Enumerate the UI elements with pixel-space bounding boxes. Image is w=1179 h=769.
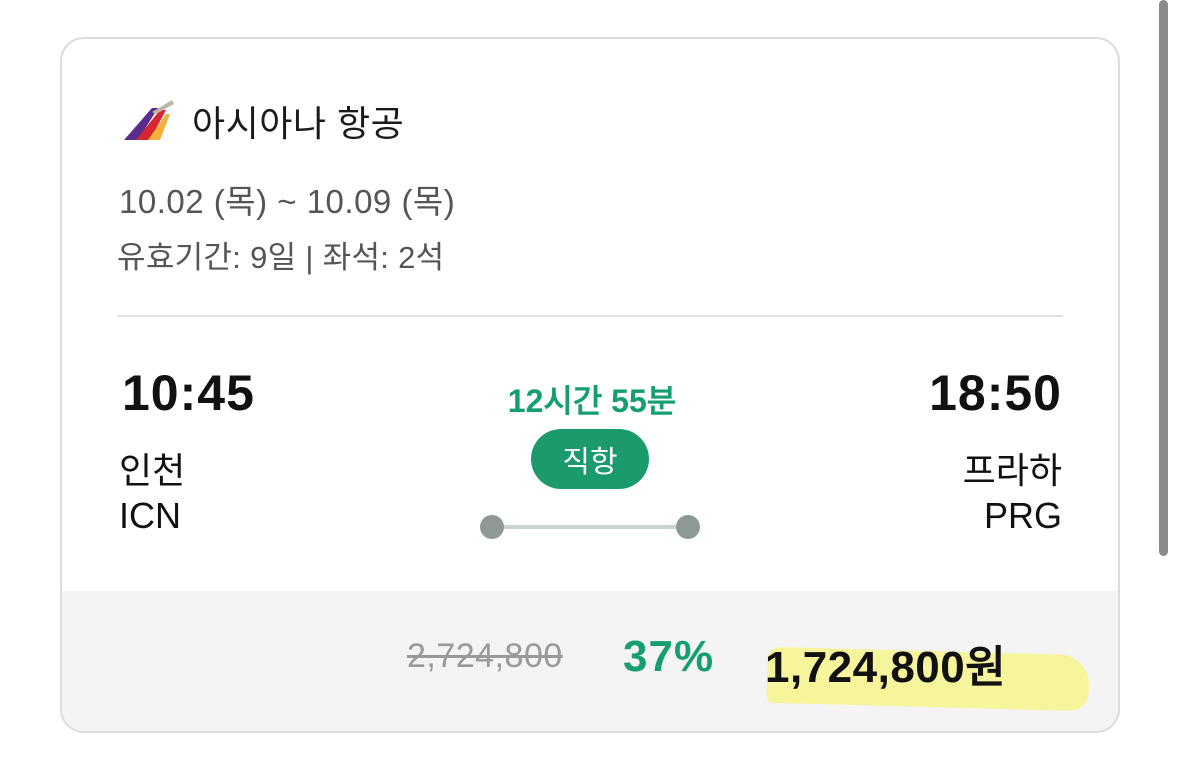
departure-city: 인천 xyxy=(119,450,186,491)
original-price: 2,724,800 xyxy=(407,637,563,675)
departure-code: ICN xyxy=(119,495,181,536)
trip-dates: 10.02 (목) ~ 10.09 (목) xyxy=(119,183,456,220)
airline-name: 아시아나 항공 xyxy=(192,103,405,144)
discount-rate: 37% xyxy=(623,632,715,681)
flight-card[interactable]: 아시아나 항공 10.02 (목) ~ 10.09 (목) 유효기간: 9일 |… xyxy=(60,37,1120,733)
trip-validity: 유효기간: 9일 | 좌석: 2석 xyxy=(117,240,445,275)
flight-duration: 12시간 55분 xyxy=(507,383,677,419)
departure-time: 10:45 xyxy=(122,365,255,421)
route-origin-dot xyxy=(480,515,504,539)
arrival-code: PRG xyxy=(983,495,1062,536)
arrival-city: 프라하 xyxy=(962,450,1062,491)
direct-flight-badge: 직항 xyxy=(531,429,649,489)
asiana-airlines-logo-icon xyxy=(124,100,174,140)
airline-header: 아시아나 항공 xyxy=(122,95,404,147)
arrival-time: 18:50 xyxy=(929,365,1062,421)
price-bar: 2,724,800 37% 1,724,800원 xyxy=(62,591,1118,731)
route-line xyxy=(492,525,688,529)
final-price: 1,724,800원 xyxy=(765,643,1007,692)
divider xyxy=(117,315,1063,317)
scrollbar[interactable] xyxy=(1159,0,1168,556)
route-destination-dot xyxy=(676,515,700,539)
